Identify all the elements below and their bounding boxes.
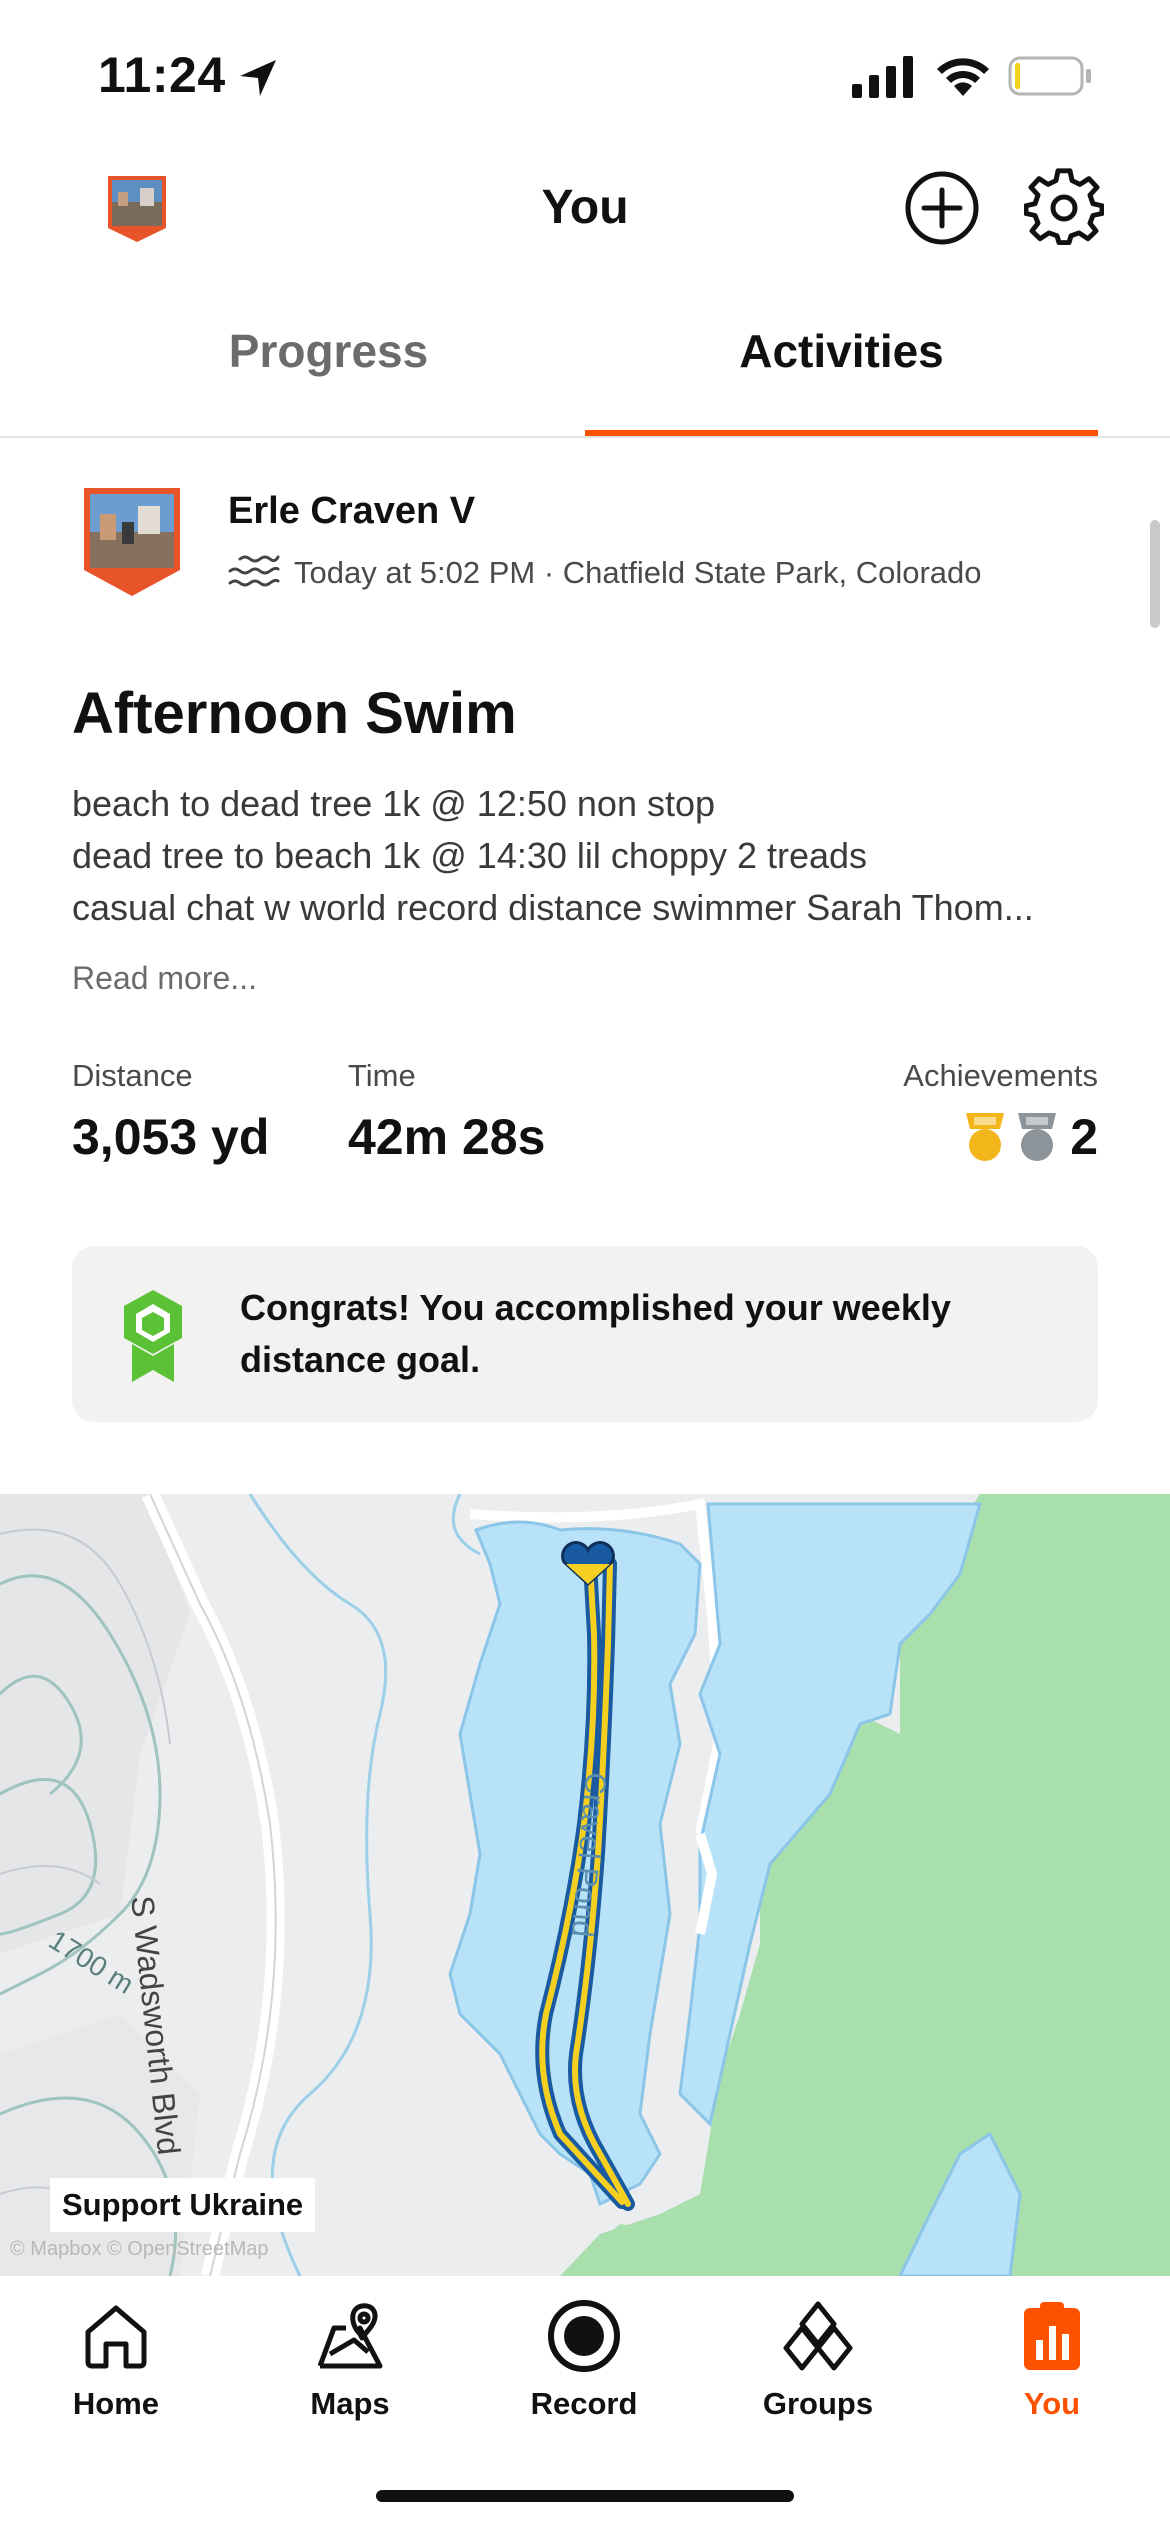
record-icon [548, 2300, 620, 2372]
nav-label: Home [72, 2386, 160, 2421]
home-icon [85, 2305, 147, 2369]
time-value: 42m 28s [348, 1109, 546, 1165]
gold-medal-icon [966, 1113, 1005, 1161]
goal-badge-icon [124, 1290, 182, 1382]
description-line: casual chat w world record distance swim… [72, 887, 1034, 928]
tab-bar: Progress Activities [0, 290, 1170, 438]
distance-value: 3,053 yd [72, 1109, 270, 1165]
athlete-name[interactable]: Erle Craven V [228, 490, 475, 533]
time-label: Time [348, 1058, 416, 1093]
add-icon[interactable] [904, 170, 980, 246]
home-indicator[interactable] [376, 2490, 794, 2502]
tab-activities[interactable]: Activities [585, 290, 1098, 436]
nav-maps[interactable]: Maps [250, 2296, 450, 2422]
distance-label: Distance [72, 1058, 193, 1093]
active-tab-indicator [585, 430, 1098, 436]
you-icon [1024, 2302, 1080, 2370]
achievements-label: Achievements [903, 1058, 1098, 1093]
activity-meta: Today at 5:02 PM · Chatfield State Park,… [228, 550, 982, 596]
nav-label: Record [530, 2386, 638, 2421]
goal-message: Congrats! You accomplished your weekly d… [240, 1287, 951, 1380]
cellular-signal-icon [852, 56, 913, 98]
gear-icon[interactable] [1024, 168, 1104, 248]
athlete-avatar[interactable] [80, 484, 184, 598]
nav-home[interactable]: Home [16, 2296, 216, 2422]
achievements[interactable]: 2 [962, 1108, 1098, 1166]
nav-groups[interactable]: Groups [718, 2296, 918, 2422]
nav-record[interactable]: Record [484, 2296, 684, 2422]
wifi-icon [937, 58, 989, 96]
groups-icon [783, 2301, 853, 2371]
page-title: You [541, 181, 629, 234]
nav-label: You [1023, 2386, 1081, 2421]
status-bar: 11:24 [0, 0, 1170, 150]
activity-description: beach to dead tree 1k @ 12:50 non stop d… [72, 778, 1102, 934]
nav-you[interactable]: You [952, 2296, 1152, 2422]
swim-icon [228, 555, 280, 587]
support-ukraine-badge[interactable]: Support Ukraine [50, 2178, 316, 2232]
activity-date-location: Today at 5:02 PM · Chatfield State Park,… [294, 555, 982, 590]
activity-title[interactable]: Afternoon Swim [72, 680, 517, 747]
header: You [0, 150, 1170, 270]
description-line: beach to dead tree 1k @ 12:50 non stop [72, 783, 716, 824]
scrollbar[interactable] [1150, 520, 1160, 628]
status-time: 11:24 [98, 47, 226, 103]
nav-label: Groups [762, 2386, 874, 2421]
weekly-goal-card[interactable]: Congrats! You accomplished your weekly d… [72, 1246, 1098, 1422]
silver-medal-icon [1018, 1113, 1057, 1161]
description-line: dead tree to beach 1k @ 14:30 lil choppy… [72, 835, 868, 876]
maps-icon [317, 2303, 383, 2369]
tab-progress[interactable]: Progress [72, 290, 585, 436]
battery-icon [1008, 56, 1091, 96]
nav-label: Maps [310, 2386, 390, 2421]
read-more-link[interactable]: Read more... [72, 960, 257, 997]
route-map[interactable]: S Wadsworth Blvd 1700 m Cravel Pond Supp… [0, 1494, 1170, 2276]
achievements-count: 2 [1070, 1109, 1098, 1165]
map-attribution[interactable]: © Mapbox © OpenStreetMap [10, 2238, 269, 2261]
location-arrow-icon [240, 60, 276, 96]
